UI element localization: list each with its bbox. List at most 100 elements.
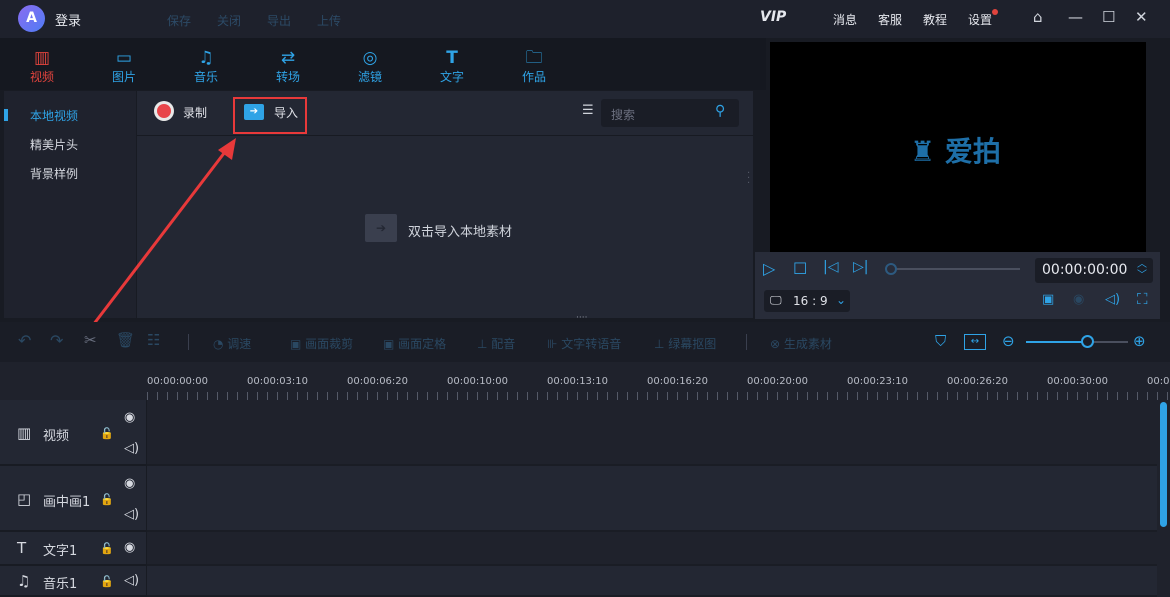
edit-toolbar: ↶ ↷ ✂ 🗑 ☷ ◔ 调速 ▣ 画面裁剪 ▣ 画面定格 ⊥ 配音 ⊪ 文字转语… (0, 322, 1170, 362)
close-icon[interactable]: ✕ (1135, 8, 1148, 26)
close-menu[interactable]: 关闭 (217, 12, 241, 29)
speaker-icon[interactable]: ◁) (124, 507, 139, 522)
marker-icon[interactable]: ⛉ (935, 332, 946, 350)
chroma-key-button[interactable]: ⊥ 绿幕抠图 (654, 335, 716, 352)
progress-handle[interactable] (885, 263, 897, 275)
tab-filter[interactable]: ◎ 滤镜 (340, 48, 400, 85)
crop-button[interactable]: ▣ 画面裁剪 (290, 335, 353, 352)
speaker-icon[interactable]: ◁) (124, 441, 139, 456)
home-icon[interactable]: ⌂ (1033, 8, 1043, 26)
camera-icon[interactable]: ◉ (1073, 292, 1084, 307)
record-icon[interactable] (154, 101, 174, 121)
volume-icon[interactable]: ◁) (1105, 292, 1120, 307)
lock-icon[interactable]: 🔓 (100, 542, 114, 555)
generate-material-button[interactable]: ⊗ 生成素材 (770, 335, 832, 352)
ruler-spacer (0, 362, 147, 400)
track-pip[interactable] (147, 466, 1157, 532)
settings-button[interactable]: 设置 (968, 11, 992, 28)
tab-video[interactable]: ▥ 视频 (12, 48, 72, 85)
search-input[interactable]: 搜索 ⚲ (601, 99, 739, 127)
eye-icon[interactable]: ◉ (124, 410, 135, 425)
cut-icon[interactable]: ✂ (84, 331, 97, 349)
ruler-label: 00:00:00:00 (147, 376, 209, 387)
fullscreen-icon[interactable]: ⛶ (1137, 290, 1148, 308)
prev-frame-icon[interactable]: |◁ (823, 259, 838, 275)
tab-text[interactable]: T 文字 (422, 48, 482, 85)
tab-works[interactable]: 🗀 作品 (504, 48, 564, 85)
lock-icon[interactable]: 🔓 (100, 427, 114, 440)
playback-controls: ▷ ☐ |◁ ▷| 00:00:00:00 ︿ ﹀ 🖵 16 : 9 ⌄ ▣ ◉ … (755, 252, 1160, 319)
scrollbar-thumb[interactable] (1160, 402, 1167, 527)
time-stepper-icon[interactable]: ︿ ﹀ (1137, 259, 1147, 281)
search-icon[interactable]: ⚲ (715, 103, 725, 119)
tutorial-button[interactable]: 教程 (923, 11, 947, 28)
next-frame-icon[interactable]: ▷| (853, 259, 868, 275)
user-avatar[interactable]: A (18, 5, 45, 32)
zoom-in-icon[interactable]: ⊕ (1133, 332, 1146, 350)
tab-label: 文字 (439, 70, 464, 84)
upload-menu[interactable]: 上传 (317, 12, 341, 29)
vip-button[interactable]: VIP (760, 9, 786, 25)
speaker-icon[interactable]: ◁) (124, 573, 139, 588)
search-placeholder: 搜索 (611, 108, 636, 122)
lock-icon[interactable]: 🔓 (100, 493, 114, 506)
aspect-ratio-select[interactable]: 🖵 16 : 9 ⌄ (764, 290, 850, 312)
tab-transition[interactable]: ⇄ 转场 (258, 48, 318, 85)
support-button[interactable]: 客服 (878, 11, 902, 28)
track-label: 视频 (43, 429, 70, 444)
record-button[interactable]: 录制 (183, 104, 207, 121)
lock-icon[interactable]: 🔓 (100, 575, 114, 588)
progress-slider[interactable] (890, 268, 1020, 270)
sidebar-item-local-video[interactable]: 本地视频 (30, 107, 78, 124)
tts-button[interactable]: ⊪ 文字转语音 (547, 335, 621, 352)
timeline-ruler[interactable]: 00:00:00:00 00:00:03:10 00:00:06:20 00:00:1… (147, 362, 1170, 400)
tts-label: 文字转语音 (561, 337, 622, 351)
scrollbar[interactable] (1157, 400, 1170, 597)
preview-screen: ♜ 爱拍 (770, 42, 1146, 252)
dubbing-button[interactable]: ⊥ 配音 (477, 335, 515, 352)
stop-icon[interactable]: ☐ (793, 259, 807, 278)
track-video[interactable] (147, 400, 1157, 466)
tab-label: 视频 (29, 70, 54, 84)
generate-label: 生成素材 (783, 337, 832, 351)
export-menu[interactable]: 导出 (267, 12, 291, 29)
zoom-slider[interactable] (1026, 341, 1128, 343)
delete-icon[interactable]: 🗑 (116, 331, 135, 349)
redo-icon[interactable]: ↷ (50, 331, 63, 350)
tab-label: 音乐 (193, 70, 218, 84)
eye-icon[interactable]: ◉ (124, 540, 135, 555)
time-value: 00:00:00:00 (1042, 262, 1128, 278)
sort-icon[interactable]: ☰ (582, 103, 594, 118)
empty-hint[interactable]: 双击导入本地素材 (408, 221, 512, 240)
zoom-handle[interactable] (1081, 335, 1095, 348)
import-button[interactable]: 导入 (274, 104, 298, 121)
time-input[interactable]: 00:00:00:00 ︿ ﹀ (1035, 258, 1153, 283)
play-icon[interactable]: ▷ (763, 259, 775, 278)
tab-image[interactable]: ▭ 图片 (94, 48, 154, 85)
save-menu[interactable]: 保存 (167, 12, 191, 29)
messages-button[interactable]: 消息 (833, 11, 857, 28)
track-text[interactable] (147, 532, 1157, 566)
active-indicator (4, 109, 8, 121)
adjust-icon[interactable]: ☷ (147, 331, 160, 349)
freeze-frame-button[interactable]: ▣ 画面定格 (383, 335, 446, 352)
login-link[interactable]: 登录 (55, 10, 81, 29)
zoom-out-icon[interactable]: ⊖ (1002, 332, 1015, 350)
ruler-label: 00:00:06:20 (347, 376, 409, 387)
preview-settings-icon[interactable]: ▣ (1042, 292, 1054, 307)
eye-icon[interactable]: ◉ (124, 476, 135, 491)
resize-handle[interactable]: · · · (747, 169, 750, 189)
speed-button[interactable]: ◔ 调速 (213, 335, 251, 352)
tab-label: 滤镜 (357, 70, 382, 84)
minimize-icon[interactable]: — (1068, 8, 1083, 26)
track-music[interactable] (147, 566, 1157, 597)
fit-timeline-icon[interactable]: ↔ (964, 334, 986, 350)
aspect-ratio-value: 16 : 9 (793, 294, 828, 308)
ruler-label: 00:00:03:10 (247, 376, 309, 387)
tab-music[interactable]: ♫ 音乐 (176, 48, 236, 85)
import-folder-icon[interactable]: ➔ (244, 104, 264, 120)
maximize-icon[interactable]: ☐ (1102, 8, 1115, 26)
ruler-label: 00:00:26:20 (947, 376, 1009, 387)
chroma-key-label: 绿幕抠图 (668, 337, 717, 351)
undo-icon[interactable]: ↶ (18, 331, 31, 350)
